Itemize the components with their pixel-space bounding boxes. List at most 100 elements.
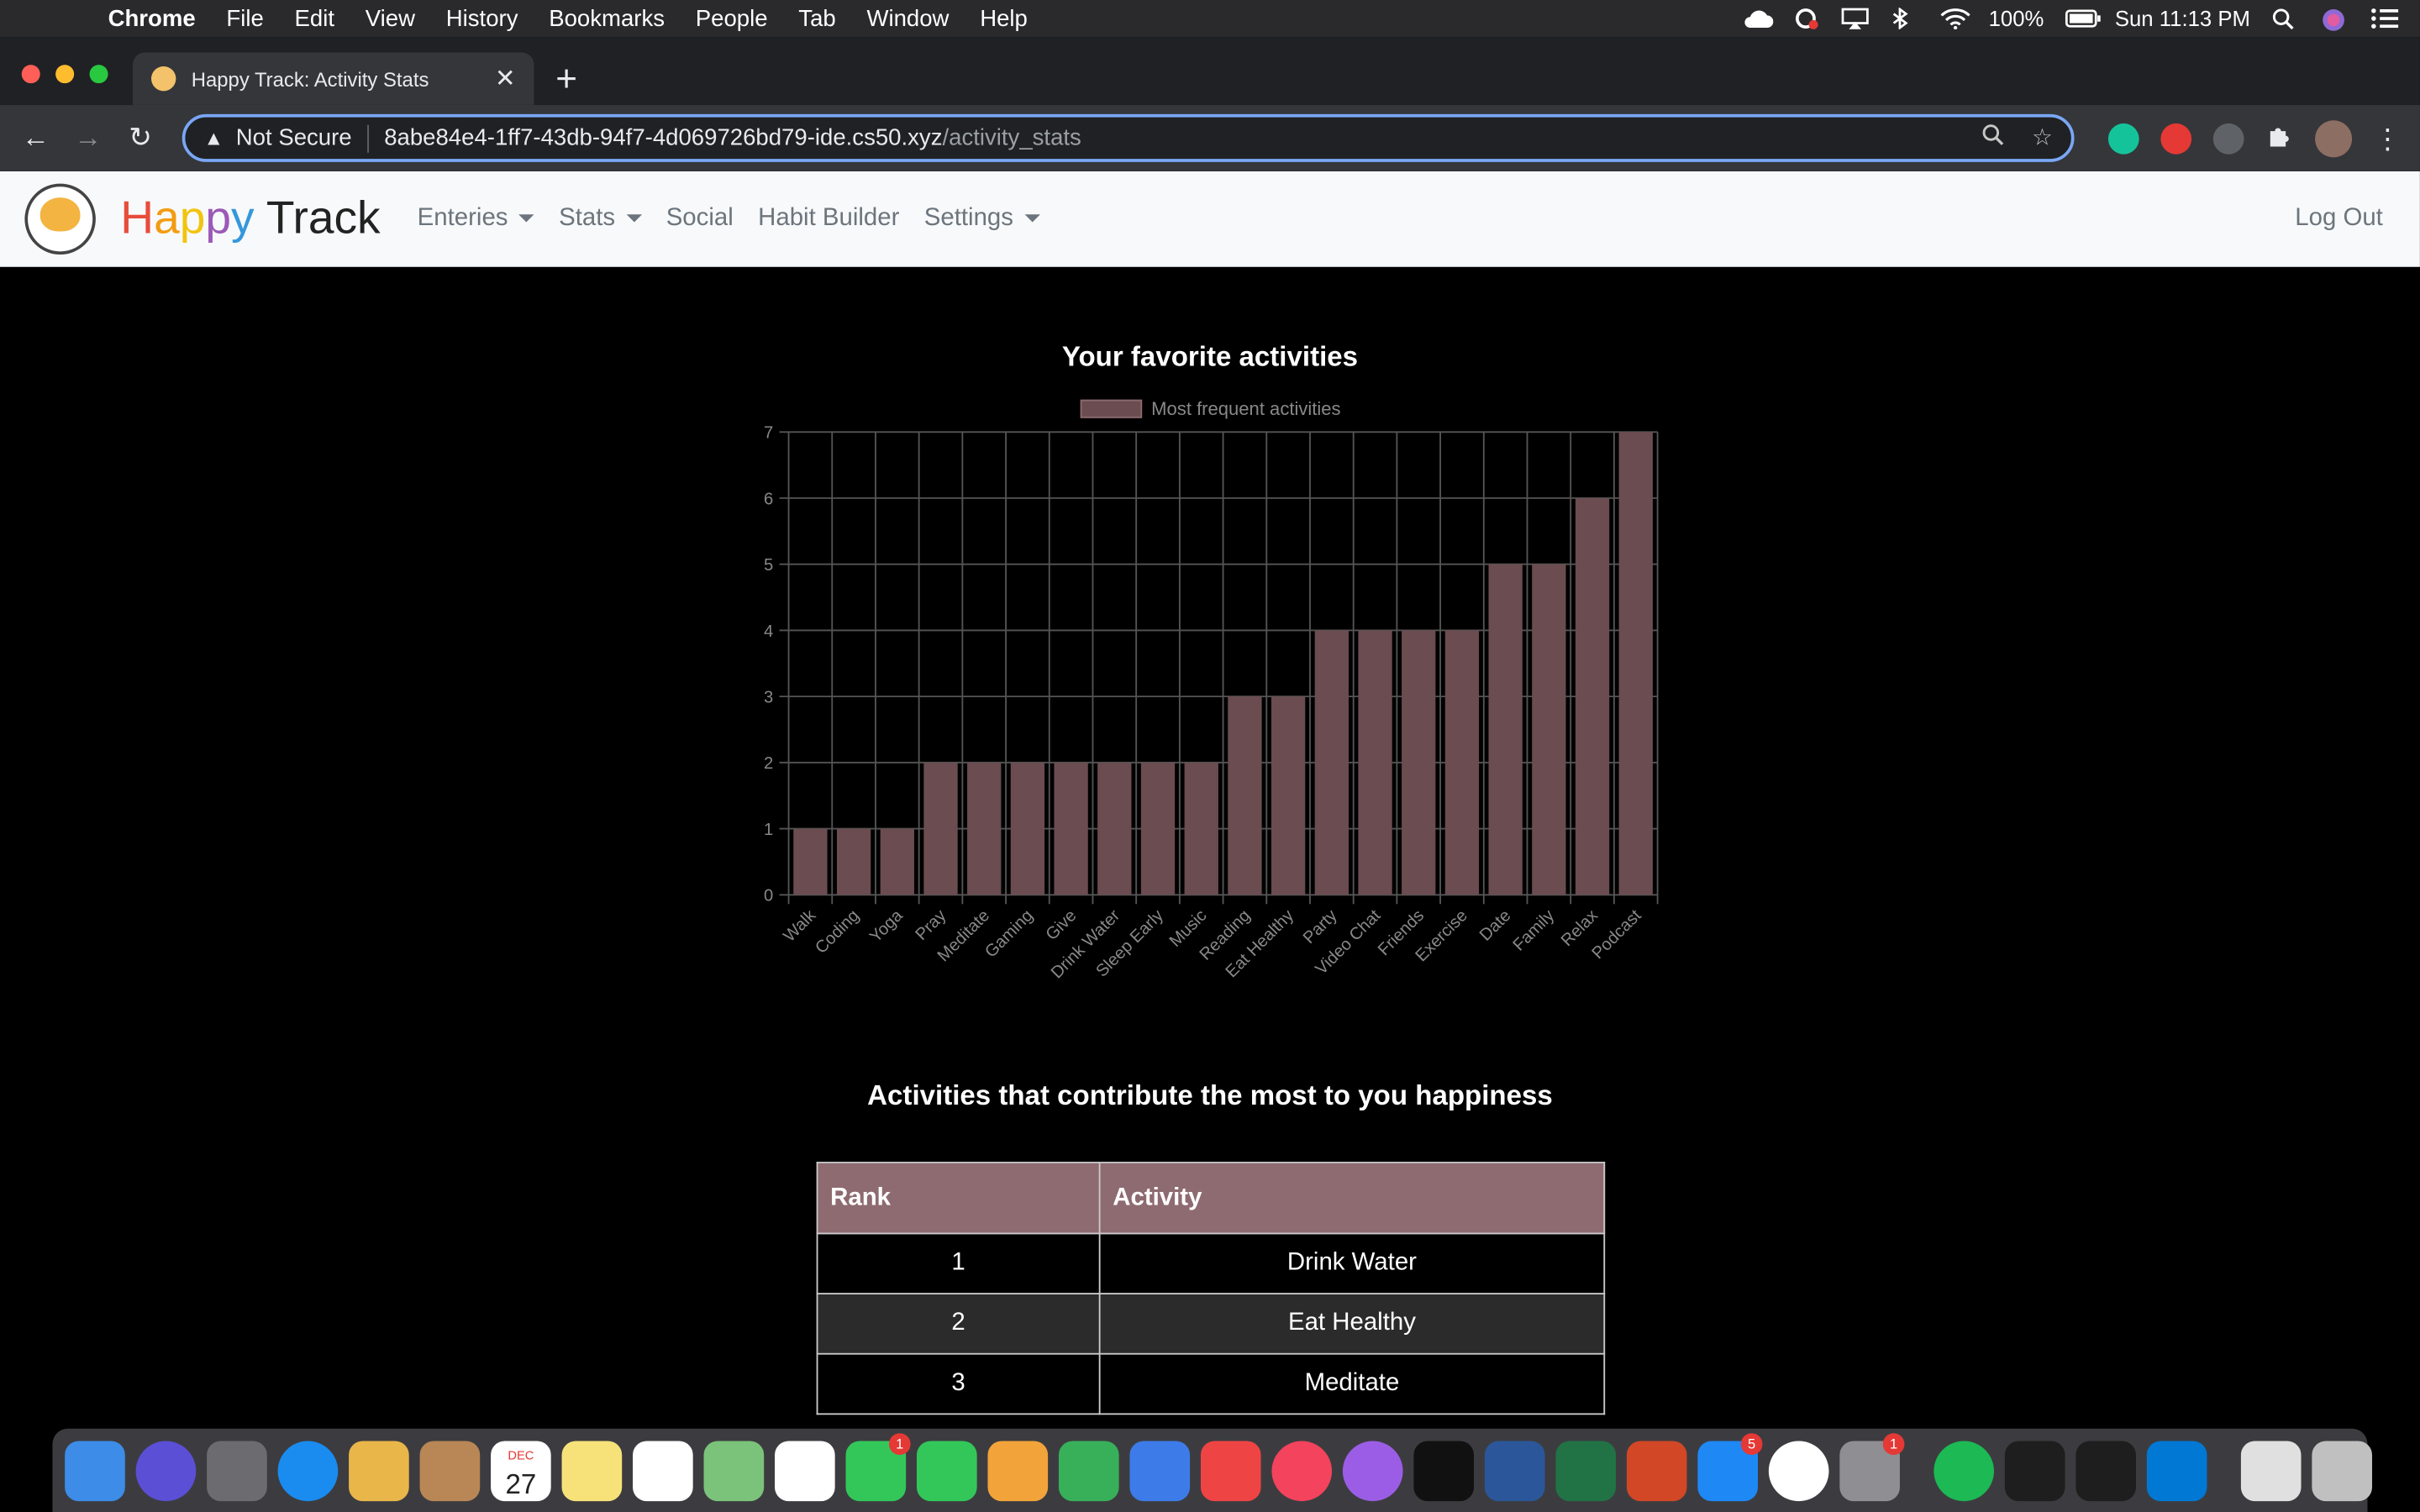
menu-window[interactable]: Window bbox=[851, 5, 965, 31]
browser-tab-active[interactable]: Happy Track: Activity Stats ✕ bbox=[132, 52, 534, 105]
url-host[interactable]: 8abe84e4-1ff7-43db-94f7-4d069726bd79-ide… bbox=[384, 125, 942, 151]
contacts-icon[interactable] bbox=[419, 1440, 481, 1501]
photos-icon[interactable] bbox=[775, 1440, 835, 1501]
bar[interactable] bbox=[1184, 762, 1218, 895]
bar[interactable] bbox=[923, 762, 958, 895]
bar[interactable] bbox=[1358, 630, 1392, 895]
new-tab-button[interactable]: + bbox=[555, 59, 577, 102]
menu-view[interactable]: View bbox=[350, 5, 430, 31]
podcasts-icon[interactable] bbox=[1342, 1440, 1403, 1501]
window-zoom-button[interactable] bbox=[89, 65, 108, 84]
bar[interactable] bbox=[1402, 630, 1436, 895]
keynote-icon[interactable] bbox=[1129, 1440, 1191, 1501]
window-minimize-button[interactable] bbox=[55, 65, 75, 84]
bar[interactable] bbox=[1575, 497, 1610, 895]
bar[interactable] bbox=[1532, 564, 1566, 895]
calendar-icon[interactable]: DEC 27 bbox=[491, 1440, 551, 1501]
clock[interactable]: Sun 11:13 PM bbox=[2115, 6, 2250, 30]
back-button[interactable]: ← bbox=[9, 122, 61, 155]
battery-icon[interactable] bbox=[2065, 8, 2102, 29]
numbers-icon[interactable] bbox=[1058, 1440, 1119, 1501]
bar[interactable] bbox=[836, 828, 871, 895]
airplay-icon[interactable] bbox=[1840, 8, 1868, 29]
menu-bookmarks[interactable]: Bookmarks bbox=[534, 5, 681, 31]
address-bar[interactable]: ▲ Not Secure 8abe84e4-1ff7-43db-94f7-4d0… bbox=[182, 113, 2075, 162]
acrobat-icon[interactable] bbox=[2075, 1440, 2136, 1501]
happy-track-logo[interactable] bbox=[24, 183, 96, 255]
menu-people[interactable]: People bbox=[680, 5, 783, 31]
bar[interactable] bbox=[1010, 762, 1045, 895]
nav-stats-dropdown[interactable]: Stats bbox=[546, 205, 654, 233]
spotlight-search-icon[interactable] bbox=[2272, 8, 2300, 30]
spotify-icon[interactable] bbox=[1933, 1440, 1995, 1501]
vscode-icon[interactable] bbox=[2146, 1440, 2207, 1501]
shield-extension-icon[interactable] bbox=[2212, 123, 2244, 155]
brand-link[interactable]: Happy Track bbox=[120, 193, 380, 245]
bar[interactable] bbox=[880, 828, 914, 895]
forward-button[interactable]: → bbox=[61, 122, 113, 155]
nav-enteries-dropdown[interactable]: Enteries bbox=[405, 205, 546, 233]
music-icon[interactable] bbox=[1271, 1440, 1333, 1501]
menu-app-name[interactable]: Chrome bbox=[92, 5, 211, 31]
safari-icon[interactable] bbox=[277, 1440, 339, 1501]
reminders-icon[interactable] bbox=[633, 1440, 693, 1501]
activities-bar-chart[interactable]: 01234567WalkCoding Yoga PrayMeditateGaming… bbox=[747, 326, 1673, 1005]
pages-icon[interactable] bbox=[987, 1440, 1049, 1501]
bar[interactable] bbox=[1488, 564, 1523, 895]
siri-icon[interactable] bbox=[135, 1440, 197, 1501]
bar[interactable] bbox=[1054, 762, 1088, 895]
app-store-icon[interactable]: 5 bbox=[1697, 1432, 1763, 1501]
bar[interactable] bbox=[793, 828, 828, 895]
bar[interactable] bbox=[1140, 762, 1176, 895]
bar[interactable] bbox=[1228, 696, 1262, 895]
finder-icon[interactable] bbox=[65, 1440, 125, 1501]
menu-edit[interactable]: Edit bbox=[279, 5, 350, 31]
bar[interactable] bbox=[1444, 630, 1480, 895]
bookmark-star-icon[interactable]: ☆ bbox=[2032, 123, 2053, 153]
bar[interactable] bbox=[1097, 762, 1132, 895]
window-close-button[interactable] bbox=[21, 65, 40, 84]
reload-button[interactable]: ↻ bbox=[114, 122, 166, 155]
logout-link[interactable]: Log Out bbox=[2295, 205, 2383, 233]
mail-icon[interactable] bbox=[349, 1440, 409, 1501]
notes-icon[interactable] bbox=[561, 1440, 623, 1501]
zoom-icon[interactable] bbox=[1981, 123, 2004, 153]
warning-icon[interactable]: ▲ bbox=[203, 127, 224, 150]
excel-icon[interactable] bbox=[1555, 1440, 1617, 1501]
bar[interactable] bbox=[1270, 696, 1306, 895]
profile-avatar[interactable] bbox=[2315, 120, 2353, 158]
nav-settings-dropdown[interactable]: Settings bbox=[912, 205, 1052, 233]
tab-close-icon[interactable]: ✕ bbox=[495, 63, 516, 94]
siri-icon[interactable] bbox=[2321, 8, 2349, 31]
maps-icon[interactable] bbox=[703, 1440, 765, 1501]
facetime-icon[interactable] bbox=[916, 1440, 977, 1501]
notification-center-icon[interactable] bbox=[2370, 8, 2399, 29]
system-preferences-icon[interactable]: 1 bbox=[1839, 1432, 1905, 1501]
archive-icon[interactable] bbox=[2240, 1440, 2302, 1501]
menu-help[interactable]: Help bbox=[965, 5, 1043, 31]
terminal-icon[interactable] bbox=[2004, 1440, 2065, 1501]
powerpoint-icon[interactable] bbox=[1626, 1440, 1687, 1501]
url-path[interactable]: /activity_stats bbox=[942, 125, 1081, 151]
bar[interactable] bbox=[1618, 432, 1653, 895]
nav-social-link[interactable]: Social bbox=[654, 205, 745, 233]
chrome-menu-icon[interactable]: ⋮ bbox=[2374, 123, 2402, 155]
security-label[interactable]: Not Secure bbox=[236, 125, 352, 151]
messages-icon[interactable]: 1 bbox=[845, 1432, 911, 1501]
bar[interactable] bbox=[1314, 630, 1349, 895]
extensions-puzzle-icon[interactable] bbox=[2265, 121, 2293, 156]
chrome-icon[interactable] bbox=[1768, 1440, 1829, 1501]
word-icon[interactable] bbox=[1484, 1440, 1545, 1501]
news-icon[interactable] bbox=[1200, 1440, 1261, 1501]
menu-file[interactable]: File bbox=[211, 5, 279, 31]
grammarly-extension-icon[interactable] bbox=[2107, 123, 2139, 155]
bluetooth-icon[interactable] bbox=[1890, 7, 1918, 30]
menu-history[interactable]: History bbox=[430, 5, 533, 31]
nav-habit-builder-link[interactable]: Habit Builder bbox=[745, 205, 912, 233]
menu-tab[interactable]: Tab bbox=[783, 5, 851, 31]
cloud-upload-icon[interactable] bbox=[1742, 8, 1773, 29]
trash-icon[interactable] bbox=[2312, 1440, 2373, 1501]
bar[interactable] bbox=[967, 762, 1002, 895]
creative-cloud-icon[interactable] bbox=[1791, 8, 1818, 29]
wifi-icon[interactable] bbox=[1939, 8, 1970, 30]
